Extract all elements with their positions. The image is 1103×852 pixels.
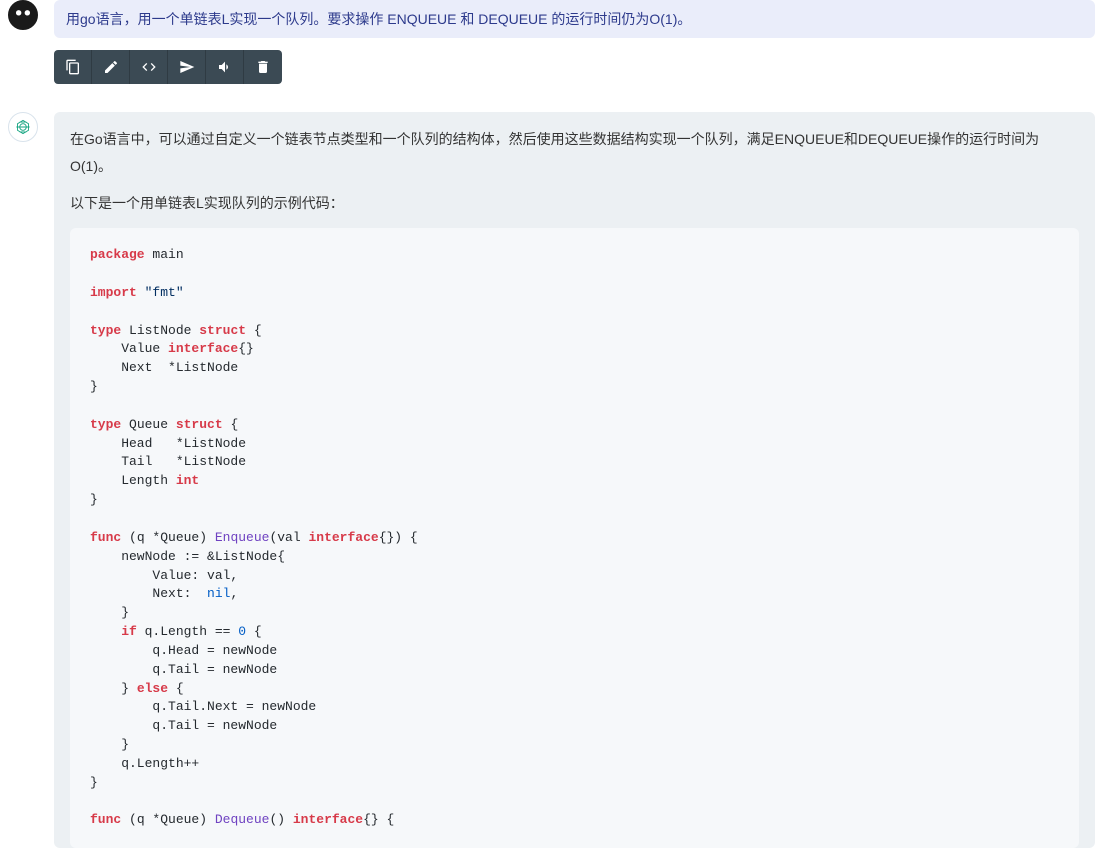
delete-button[interactable] (244, 50, 282, 84)
code-button[interactable] (130, 50, 168, 84)
user-prompt-text: 用go语言，用一个单链表L实现一个队列。要求操作 ENQUEUE 和 DEQUE… (54, 0, 1095, 38)
message-toolbar (54, 50, 282, 84)
volume-button[interactable] (206, 50, 244, 84)
copy-button[interactable] (54, 50, 92, 84)
user-message-row: 用go语言，用一个单链表L实现一个队列。要求操作 ENQUEUE 和 DEQUE… (8, 0, 1095, 38)
share-button[interactable] (168, 50, 206, 84)
user-avatar (8, 0, 38, 30)
assistant-para-2: 以下是一个用单链表L实现队列的示例代码： (70, 190, 1079, 217)
assistant-response: 在Go语言中，可以通过自定义一个链表节点类型和一个队列的结构体，然后使用这些数据… (54, 112, 1095, 848)
assistant-avatar (8, 112, 38, 142)
assistant-message-row: 在Go语言中，可以通过自定义一个链表节点类型和一个队列的结构体，然后使用这些数据… (8, 112, 1095, 848)
assistant-para-1: 在Go语言中，可以通过自定义一个链表节点类型和一个队列的结构体，然后使用这些数据… (70, 126, 1079, 179)
code-block[interactable]: package main import "fmt" type ListNode … (70, 228, 1079, 848)
edit-button[interactable] (92, 50, 130, 84)
